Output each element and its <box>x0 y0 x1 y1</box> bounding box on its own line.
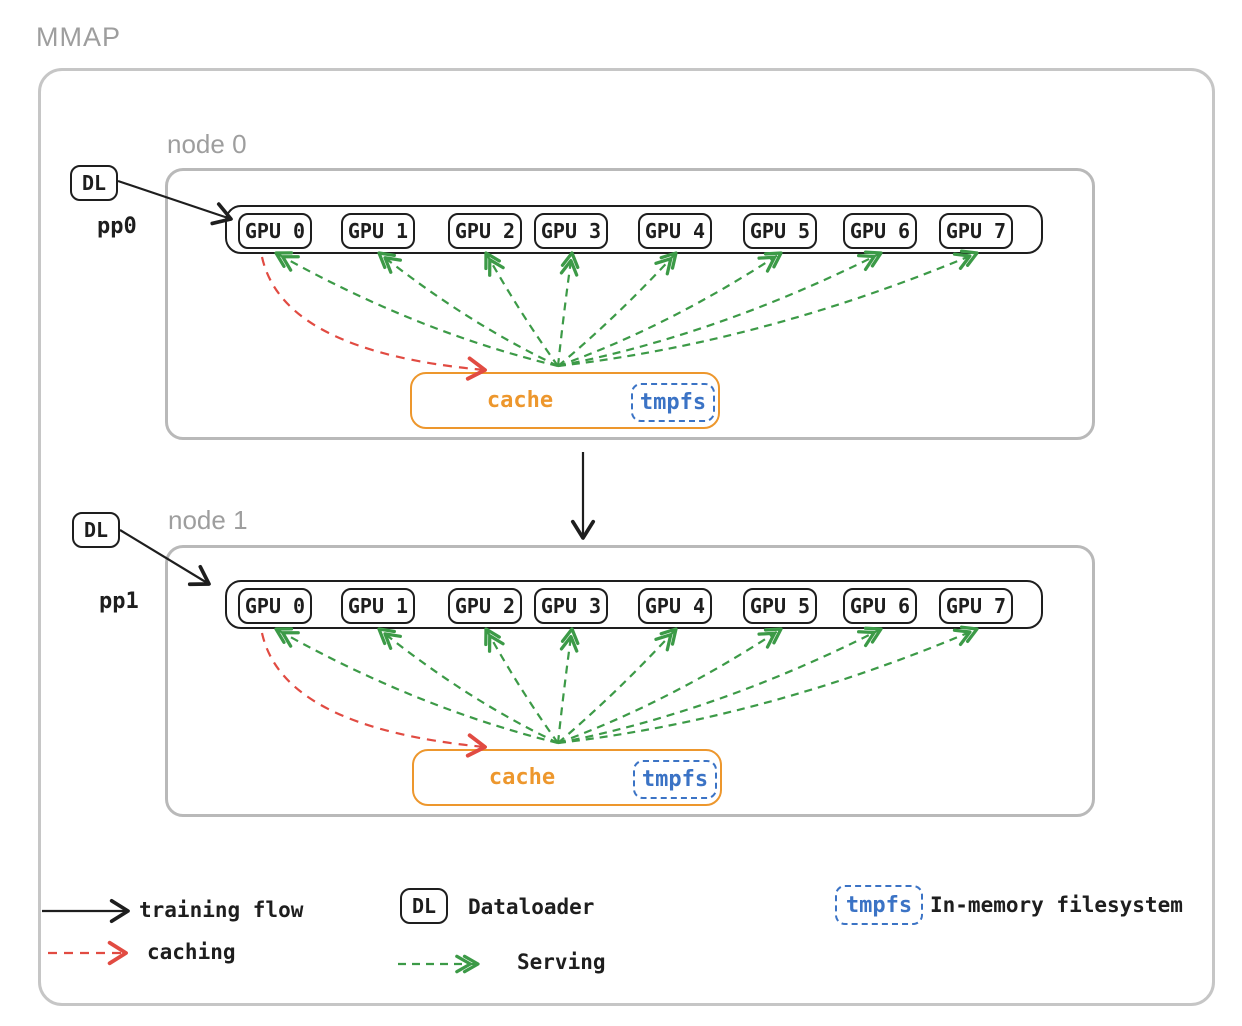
node1-pipeline-label: pp1 <box>99 589 139 614</box>
node1-gpu-1: GPU 1 <box>341 588 415 624</box>
node0-gpu-0: GPU 0 <box>238 213 312 249</box>
node0-tmpfs-box: tmpfs <box>631 383 715 422</box>
node0-gpu-7: GPU 7 <box>939 213 1013 249</box>
legend-dataloader-symbol: DL <box>400 888 448 924</box>
node1-gpu-row: GPU 0 GPU 1 GPU 2 GPU 3 GPU 4 GPU 5 GPU … <box>225 580 1043 629</box>
node0-gpu-3: GPU 3 <box>534 213 608 249</box>
node0-dataloader-box: DL <box>70 165 118 201</box>
node0-tmpfs-label: tmpfs <box>640 390 706 415</box>
node1-tmpfs-box: tmpfs <box>633 760 717 799</box>
node0-gpu-5: GPU 5 <box>743 213 817 249</box>
node1-label: node 1 <box>168 505 248 536</box>
node0-pipeline-label: pp0 <box>97 214 137 239</box>
node0-gpu-2: GPU 2 <box>448 213 522 249</box>
node1-tmpfs-label: tmpfs <box>642 767 708 792</box>
node0-label: node 0 <box>167 129 247 160</box>
node0-gpu-6: GPU 6 <box>843 213 917 249</box>
node0-dataloader-label: DL <box>82 171 106 195</box>
node1-dataloader-label: DL <box>84 518 108 542</box>
legend-serving-label: Serving <box>517 950 606 974</box>
legend-tmpfs-symbol-label: tmpfs <box>846 893 912 918</box>
node1-dataloader-box: DL <box>72 512 120 548</box>
legend-dataloader-label: Dataloader <box>468 895 594 919</box>
node1-gpu-5: GPU 5 <box>743 588 817 624</box>
node0-gpu-4: GPU 4 <box>638 213 712 249</box>
node1-gpu-3: GPU 3 <box>534 588 608 624</box>
diagram-title: MMAP <box>36 22 121 53</box>
node1-gpu-7: GPU 7 <box>939 588 1013 624</box>
legend-tmpfs-symbol: tmpfs <box>835 885 923 925</box>
legend-in-memory-filesystem-label: In-memory filesystem <box>930 893 1183 917</box>
mmap-diagram: MMAP node 0 DL pp0 GPU 0 GPU 1 GPU 2 GPU… <box>0 0 1242 1026</box>
node0-gpu-row: GPU 0 GPU 1 GPU 2 GPU 3 GPU 4 GPU 5 GPU … <box>225 205 1043 254</box>
node1-gpu-2: GPU 2 <box>448 588 522 624</box>
node0-cache-label: cache <box>412 374 628 427</box>
node1-gpu-4: GPU 4 <box>638 588 712 624</box>
node1-gpu-6: GPU 6 <box>843 588 917 624</box>
legend-dataloader-symbol-label: DL <box>412 894 436 918</box>
node1-cache-label: cache <box>414 751 630 804</box>
node1-gpu-0: GPU 0 <box>238 588 312 624</box>
legend-caching-label: caching <box>147 940 236 964</box>
node0-cache-box: cache tmpfs <box>410 372 720 429</box>
legend-training-flow-label: training flow <box>139 898 303 922</box>
node1-cache-box: cache tmpfs <box>412 749 722 806</box>
node0-gpu-1: GPU 1 <box>341 213 415 249</box>
